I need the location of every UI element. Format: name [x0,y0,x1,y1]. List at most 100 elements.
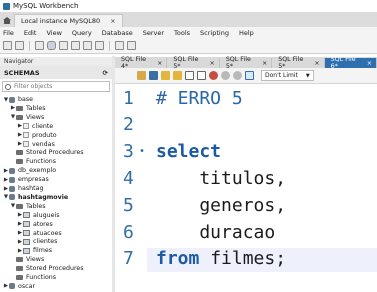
create-view-icon[interactable] [71,41,80,50]
tree-item[interactable]: ▶ clientes [0,237,58,246]
filter-objects-input[interactable] [14,83,104,90]
toolbar-divider [109,40,110,51]
menu-item-help[interactable]: Help [239,29,254,37]
schema-tree: ▼ base ▶ Tables ▼ Views ▶ cliente ▶ produto ▶ venda… [0,95,112,292]
create-procedure-icon[interactable] [83,41,92,50]
filter-objects-field[interactable] [2,81,110,92]
stop-on-error-icon[interactable] [209,71,218,80]
autocommit-toggle-icon[interactable] [245,71,254,80]
tree-item[interactable]: Stored Procedures [0,264,84,273]
tree-item[interactable]: ▶ db_exemplo [0,166,56,175]
tree-item-label: oscar [18,282,36,290]
tree-item-label: clientes [33,238,58,246]
commit-icon[interactable] [221,71,230,80]
database-icon [9,176,15,183]
explain-icon[interactable] [185,71,194,80]
sql-file-tabbar: SQL File 4* × SQL File 5* × SQL File 5* × SQL … [115,56,377,70]
schemas-label: SCHEMAS [4,68,40,77]
table-icon [23,221,30,228]
sql-file-tab[interactable]: SQL File 6* × [324,56,377,70]
tree-item-label: Tables [26,104,46,112]
menu-item-tools[interactable]: Tools [174,29,190,37]
line-number: 2 [123,114,134,136]
create-schema-icon[interactable] [47,41,56,50]
home-tab[interactable] [0,14,14,27]
limit-rows-select[interactable]: Don't Limit ▼ [261,70,314,81]
reconnect-icon[interactable] [127,41,136,50]
database-icon [9,167,15,174]
tree-item-label: atores [33,220,53,228]
menu-item-edit[interactable]: Edit [24,29,37,37]
code-text: from filmes; [156,248,286,269]
open-sql-script-icon[interactable] [15,41,24,50]
search-table-data-icon[interactable] [115,41,124,50]
execute-icon[interactable] [161,71,170,80]
tree-item[interactable]: Functions [0,273,56,282]
rollback-icon[interactable] [233,71,242,80]
workbench-logo-icon [3,2,10,10]
sql-file-tab[interactable]: SQL File 5* × [167,56,220,70]
close-icon[interactable]: × [314,60,319,67]
menu-item-database[interactable]: Database [102,29,133,37]
close-icon[interactable]: × [262,60,267,67]
view-icon [23,123,29,130]
tree-item-label: atuacoes [33,229,62,237]
sql-comment: # ERRO 5 [156,87,243,109]
chevron-down-icon: ▼ [305,72,310,79]
menu-item-scripting[interactable]: Scripting [200,29,229,37]
refresh-icon[interactable]: ⟳ [103,69,108,77]
tree-item-label: hashtagmovie [18,193,69,201]
menu-item-query[interactable]: Query [72,29,92,37]
sql-file-tab[interactable]: SQL File 5* × [220,56,273,70]
close-icon[interactable]: × [210,60,215,67]
tree-item[interactable]: ▼ Views [0,113,44,122]
connection-tab[interactable]: Local instance MySQL80 × [14,14,123,27]
menu-item-server[interactable]: Server [143,29,164,37]
tree-item-label: alugueis [33,211,60,219]
tree-item[interactable]: Stored Procedures [0,148,84,157]
tree-item[interactable]: ▶ hashtag [0,184,44,193]
tree-item[interactable]: ▶ alugueis [0,211,60,220]
close-icon[interactable]: × [157,60,162,67]
new-sql-tab-icon[interactable] [3,41,12,50]
sql-file-tab[interactable]: SQL File 4* × [115,56,168,70]
view-icon [23,141,29,147]
tree-item[interactable]: ▶ produto [0,131,57,140]
sql-identifier: generos, [156,194,287,216]
line-number: 6 [123,221,134,243]
save-icon[interactable] [149,71,158,80]
tree-item[interactable]: ▼ Tables [0,202,46,211]
menu-item-file[interactable]: File [3,29,14,37]
tree-item[interactable]: ▶ cliente [0,122,53,131]
inspector-icon[interactable] [35,41,44,50]
tree-item[interactable]: ▶ oscar [0,282,35,291]
tree-item[interactable]: ▼ hashtagmovie [0,193,68,202]
tree-item[interactable]: ▶ empresas [0,175,49,184]
table-icon [23,247,30,254]
execute-current-icon[interactable] [173,71,182,80]
close-icon[interactable]: × [110,17,115,25]
close-icon[interactable]: × [367,60,372,67]
search-icon [5,83,11,90]
tree-item[interactable]: ▶ vendas [0,140,55,149]
tree-item-label: Views [26,113,45,121]
tree-item-label: Stored Procedures [26,149,84,157]
tree-item[interactable]: ▼ base [0,95,33,104]
folder-icon [16,257,23,263]
tree-item[interactable]: ▶ Tables [0,104,46,113]
tree-item[interactable]: Functions [0,157,56,166]
tree-item[interactable]: Views [0,255,44,264]
sql-file-tab[interactable]: SQL File 5* × [272,56,325,70]
tree-item[interactable]: ▶ atores [0,220,53,229]
tree-item[interactable]: ▶ filmes [0,246,52,255]
tree-item[interactable]: ▶ atuacoes [0,229,62,238]
home-icon [3,17,11,24]
create-function-icon[interactable] [95,41,104,50]
sql-editor[interactable]: 1 # ERRO 5 2 3 • select 4 titulos, 5 generos, 6 … [115,85,377,292]
open-file-icon[interactable] [137,71,146,80]
fold-marker-icon[interactable]: • [139,146,145,157]
create-table-icon[interactable] [59,41,68,50]
menu-item-view[interactable]: View [46,29,61,37]
folder-icon [16,159,23,165]
stop-icon[interactable] [197,71,206,80]
